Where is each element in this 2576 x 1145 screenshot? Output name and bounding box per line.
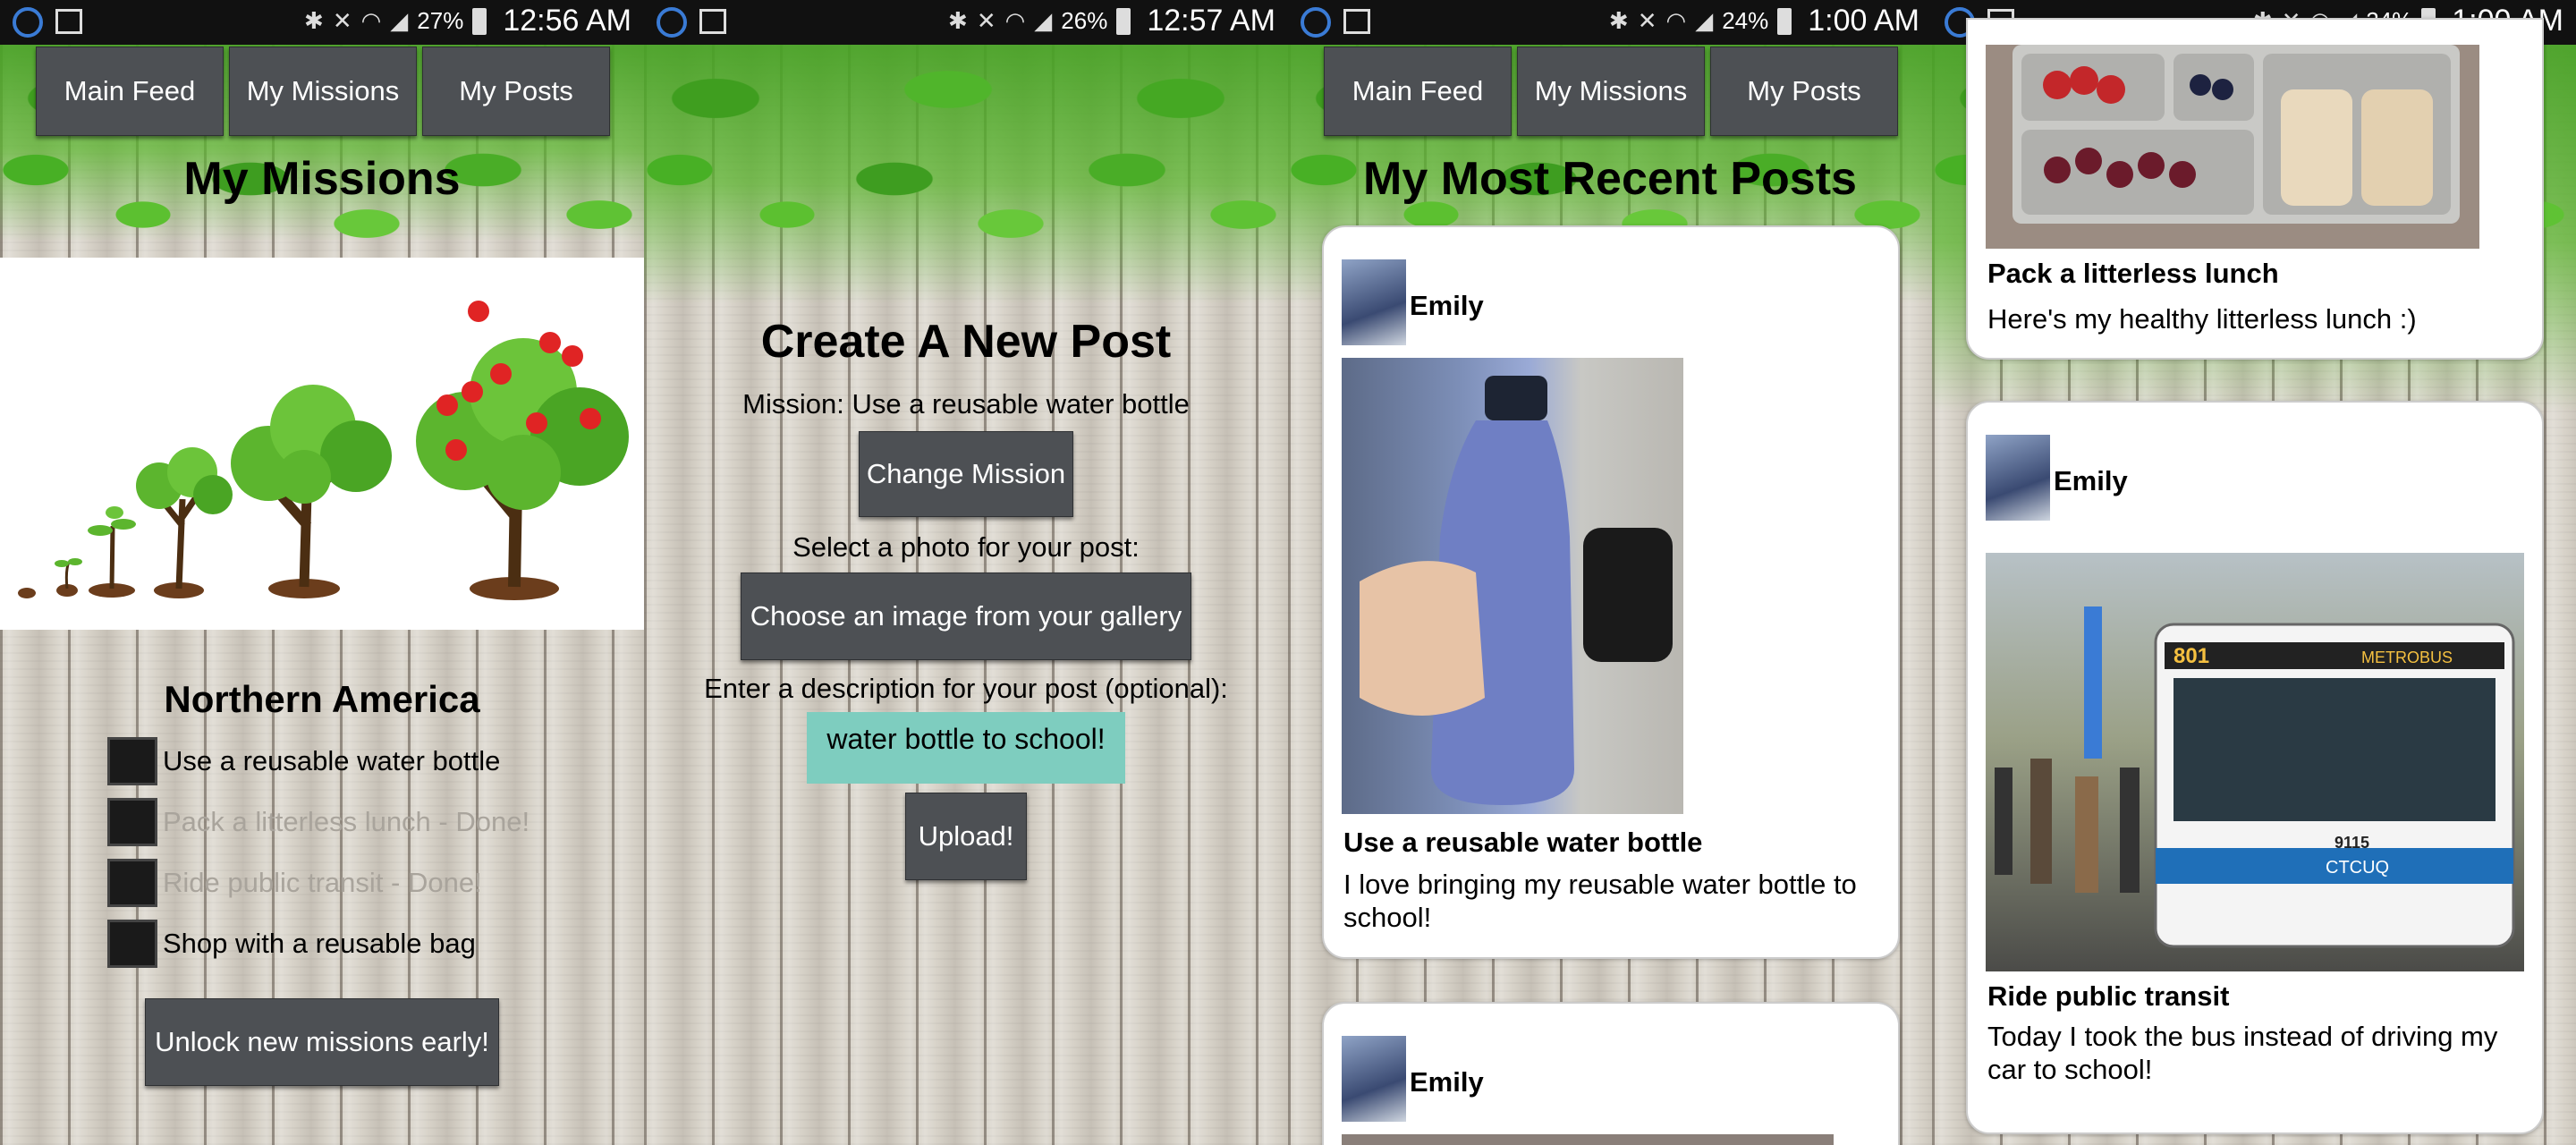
my-missions-button[interactable]: My Missions bbox=[1517, 47, 1705, 136]
status-bar: ✱ ✕ ◠ ◢ 26% 12:57 AM bbox=[644, 0, 1288, 45]
post-card[interactable]: Emily 801 METROBUS 9115 CTCUQ Ride publi… bbox=[1966, 401, 2544, 1134]
post-photo[interactable] bbox=[1342, 358, 1683, 814]
my-posts-button[interactable]: My Posts bbox=[1710, 47, 1898, 136]
main-feed-button[interactable]: Main Feed bbox=[1324, 47, 1512, 136]
avatar bbox=[1342, 1036, 1406, 1122]
leaves-banner bbox=[644, 36, 1288, 304]
unlock-missions-button[interactable]: Unlock new missions early! bbox=[145, 998, 499, 1086]
post-description: I love bringing my reusable water bottle… bbox=[1343, 869, 1857, 933]
status-bar: ✱ ✕ ◠ ◢ 27% 12:56 AM bbox=[0, 0, 644, 45]
missions-screen: ✱ ✕ ◠ ◢ 27% 12:56 AM Main Feed My Missio… bbox=[0, 0, 644, 1145]
description-label: Enter a description for your post (optio… bbox=[704, 673, 1228, 704]
post-photo[interactable] bbox=[1986, 45, 2479, 249]
battery-icon bbox=[1777, 7, 1792, 35]
mission-label: Ride public transit - Done! bbox=[163, 867, 482, 898]
page-title: My Most Recent Posts bbox=[1363, 153, 1857, 205]
gallery-notification-icon bbox=[699, 9, 726, 34]
wifi-icon: ◠ bbox=[1665, 7, 1687, 34]
description-input[interactable]: water bottle to school! bbox=[807, 712, 1125, 784]
mute-icon: ✕ bbox=[1637, 7, 1657, 34]
bluetooth-icon: ✱ bbox=[304, 7, 324, 34]
bluetooth-icon: ✱ bbox=[1608, 7, 1629, 34]
battery-icon bbox=[1116, 7, 1131, 35]
mission-label: Shop with a reusable bag bbox=[163, 928, 476, 959]
post-username: Emily bbox=[1410, 290, 1484, 321]
clock: 1:00 AM bbox=[1808, 4, 1919, 38]
battery-icon bbox=[472, 7, 487, 35]
bus-brand: CTCUQ bbox=[2326, 858, 2389, 878]
battery-percent: 26% bbox=[1061, 7, 1108, 34]
main-feed-button[interactable]: Main Feed bbox=[36, 47, 224, 136]
bus-photo: 801 METROBUS 9115 CTCUQ bbox=[1995, 606, 2515, 948]
page-title: My Missions bbox=[183, 153, 461, 205]
mission-checkbox[interactable] bbox=[107, 920, 157, 968]
water-bottle-photo bbox=[1360, 376, 1673, 805]
post-card[interactable]: Pack a litterless lunch Here's my health… bbox=[1966, 18, 2544, 360]
posts-screen-scrolled: ✱ ✕ ◠ ◢ 24% 1:00 AM Pack a litter bbox=[1932, 0, 2576, 1145]
gallery-notification-icon bbox=[1343, 9, 1370, 34]
selected-mission-text: Mission: Use a reusable water bottle bbox=[742, 388, 1190, 420]
app-notification-icon bbox=[657, 7, 687, 38]
top-nav: Main Feed My Missions My Posts bbox=[36, 47, 610, 136]
bluetooth-icon: ✱ bbox=[948, 7, 968, 34]
battery-percent: 24% bbox=[1722, 7, 1769, 34]
signal-icon: ◢ bbox=[390, 7, 409, 34]
avatar bbox=[1342, 259, 1406, 345]
post-mission-title: Use a reusable water bottle bbox=[1343, 827, 1703, 858]
post-description: Here's my healthy litterless lunch :) bbox=[1987, 303, 2417, 335]
post-username: Emily bbox=[2054, 465, 2128, 496]
app-notification-icon bbox=[1301, 7, 1331, 38]
clock: 12:57 AM bbox=[1147, 4, 1275, 38]
mute-icon: ✕ bbox=[976, 7, 996, 34]
post-description: Today I took the bus instead of driving … bbox=[1987, 1021, 2498, 1085]
clock: 12:56 AM bbox=[503, 4, 631, 38]
my-posts-button[interactable]: My Posts bbox=[422, 47, 610, 136]
mission-item: Ride public transit - Done! bbox=[107, 859, 482, 907]
post-mission-title: Ride public transit bbox=[1987, 980, 2230, 1012]
status-bar: ✱ ✕ ◠ ◢ 24% 1:00 AM bbox=[1288, 0, 1932, 45]
post-photo[interactable]: 801 METROBUS 9115 CTCUQ bbox=[1986, 553, 2524, 971]
mission-item: Shop with a reusable bag bbox=[107, 920, 476, 968]
post-mission-title: Pack a litterless lunch bbox=[1987, 258, 2279, 289]
bus-number: 9115 bbox=[2334, 834, 2369, 852]
choose-image-button[interactable]: Choose an image from your gallery bbox=[741, 572, 1191, 660]
signal-icon: ◢ bbox=[1695, 7, 1714, 34]
post-photo[interactable] bbox=[1342, 1134, 1834, 1145]
mission-checkbox[interactable] bbox=[107, 737, 157, 785]
page-title: Create A New Post bbox=[760, 316, 1172, 368]
mission-label: Pack a litterless lunch - Done! bbox=[163, 806, 530, 837]
signal-icon: ◢ bbox=[1034, 7, 1053, 34]
change-mission-button[interactable]: Change Mission bbox=[859, 431, 1073, 517]
top-nav: Main Feed My Missions My Posts bbox=[1324, 47, 1898, 136]
mission-item: Use a reusable water bottle bbox=[107, 737, 500, 785]
gallery-notification-icon bbox=[55, 9, 82, 34]
bus-destination-sign: METROBUS bbox=[2361, 649, 2453, 666]
mission-label: Use a reusable water bottle bbox=[163, 745, 501, 776]
mission-checkbox[interactable] bbox=[107, 798, 157, 846]
bus-route-sign: 801 bbox=[2174, 644, 2209, 668]
post-card[interactable]: Emily bbox=[1322, 1002, 1900, 1145]
mission-item: Pack a litterless lunch - Done! bbox=[107, 798, 530, 846]
lunch-box-photo bbox=[2012, 45, 2460, 224]
wifi-icon: ◠ bbox=[1004, 7, 1026, 34]
my-missions-button[interactable]: My Missions bbox=[229, 47, 417, 136]
region-heading: Northern America bbox=[164, 678, 480, 720]
app-notification-icon bbox=[13, 7, 43, 38]
avatar bbox=[1986, 435, 2050, 521]
posts-screen: ✱ ✕ ◠ ◢ 24% 1:00 AM Main Feed My Mission… bbox=[1288, 0, 1932, 1145]
tree-growth-illustration bbox=[18, 301, 629, 600]
upload-button[interactable]: Upload! bbox=[905, 793, 1027, 880]
select-photo-label: Select a photo for your post: bbox=[792, 531, 1140, 563]
new-post-screen: ✱ ✕ ◠ ◢ 26% 12:57 AM Create A New Post M… bbox=[644, 0, 1288, 1145]
battery-percent: 27% bbox=[417, 7, 464, 34]
wifi-icon: ◠ bbox=[360, 7, 382, 34]
mission-checkbox[interactable] bbox=[107, 859, 157, 907]
post-username: Emily bbox=[1410, 1066, 1484, 1098]
tree-growth-image bbox=[0, 258, 644, 630]
post-card[interactable]: Emily Use a reusable water bottle I love… bbox=[1322, 225, 1900, 959]
mute-icon: ✕ bbox=[332, 7, 352, 34]
